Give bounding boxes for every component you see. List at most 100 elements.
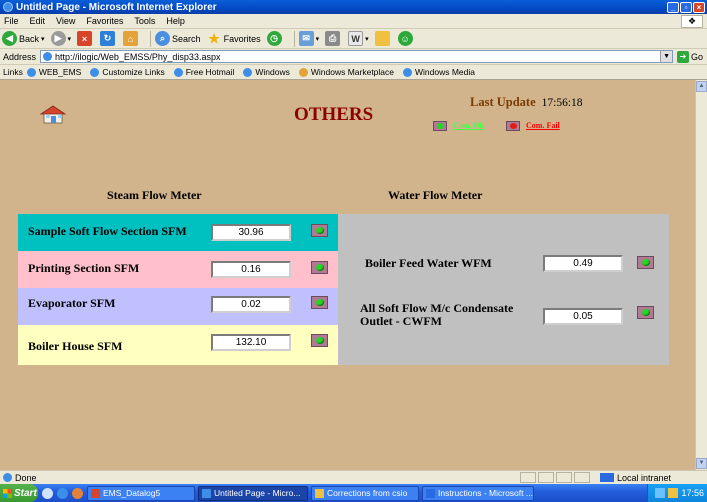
history-icon: ◷ — [266, 31, 282, 46]
stop-button[interactable]: × — [77, 31, 94, 46]
history-button[interactable]: ◷ — [266, 31, 284, 46]
menu-favorites[interactable]: Favorites — [86, 16, 123, 26]
toolbar-separator — [293, 30, 295, 47]
forward-button[interactable]: ▶ ▾ — [50, 31, 72, 46]
menu-tools[interactable]: Tools — [134, 16, 155, 26]
desktop-icon[interactable] — [42, 487, 53, 499]
links-label: Links — [3, 67, 23, 77]
menu-bar: File Edit View Favorites Tools Help ❖ — [0, 14, 707, 29]
water-flow-meter-title: Water Flow Meter — [388, 188, 483, 202]
close-button[interactable]: × — [693, 1, 705, 13]
status-cell — [574, 472, 590, 483]
media-player-icon[interactable] — [72, 487, 83, 499]
start-button[interactable]: Start — [0, 484, 38, 502]
refresh-icon: ↻ — [100, 31, 116, 46]
address-bar: Address http://ilogic/Web_EMSS/Phy_disp3… — [0, 49, 707, 65]
ie-icon[interactable] — [57, 487, 68, 499]
go-button[interactable]: ➔ Go — [677, 50, 703, 63]
task-ems-datalog[interactable]: EMS_Datalog5 — [87, 485, 195, 501]
steam-row-boiler-house: Boiler House SFM 132.10 — [18, 325, 338, 365]
chevron-down-icon[interactable]: ▼ — [660, 51, 673, 62]
menu-help[interactable]: Help — [166, 16, 185, 26]
links-bar: Links WEB_EMS Customize Links Free Hotma… — [0, 65, 707, 80]
mail-icon: ✉ — [298, 31, 314, 46]
status-bar: Done Local intranet — [0, 470, 707, 484]
status-text: Done — [15, 472, 37, 483]
row-label: Boiler Feed Water WFM — [365, 256, 492, 270]
menu-file[interactable]: File — [4, 16, 19, 26]
status-cells — [520, 472, 592, 483]
quick-launch — [42, 487, 87, 499]
home-button[interactable]: ⌂ — [123, 31, 140, 46]
last-update-label: Last Update — [470, 95, 536, 109]
status-led-icon — [311, 296, 328, 309]
chevron-down-icon: ▾ — [67, 35, 72, 43]
search-button[interactable]: ⌕ Search — [155, 31, 201, 46]
scroll-down-icon[interactable]: ▼ — [696, 458, 707, 469]
status-led-icon — [311, 261, 328, 274]
address-label: Address — [3, 51, 37, 62]
page-title: OTHERS — [294, 104, 374, 125]
status-led-icon — [311, 334, 328, 347]
link-windows-marketplace[interactable]: Windows Marketplace — [298, 67, 394, 77]
task-untitled-page[interactable]: Untitled Page - Micro... — [198, 485, 308, 501]
status-cell — [556, 472, 572, 483]
status-led-icon — [637, 306, 654, 319]
chevron-down-icon: ▾ — [41, 35, 45, 43]
page-icon — [26, 67, 36, 77]
link-windows[interactable]: Windows — [243, 67, 290, 77]
task-corrections[interactable]: Corrections from csio — [311, 485, 419, 501]
mail-button[interactable]: ✉ ▾ — [298, 31, 319, 46]
favorites-button[interactable]: ★ Favorites — [207, 31, 260, 46]
volume-icon[interactable] — [668, 488, 679, 498]
page-icon — [243, 67, 253, 77]
row-label: Sample Soft Flow Section SFM — [28, 224, 187, 238]
steam-row-sample-soft-flow: Sample Soft Flow Section SFM 30.96 — [18, 214, 338, 251]
last-update: Last Update 17:56:18 — [470, 95, 583, 110]
maximize-button[interactable]: ▫ — [680, 1, 692, 13]
folder-button[interactable] — [374, 31, 392, 46]
row-label: Boiler House SFM — [28, 339, 123, 353]
scroll-up-icon[interactable]: ▲ — [696, 81, 707, 92]
edit-button[interactable]: W ▾ — [348, 31, 369, 46]
task-instructions[interactable]: Instructions - Microsoft ... — [422, 485, 534, 501]
vertical-scrollbar[interactable]: ▲ ▼ — [695, 80, 707, 470]
minimize-button[interactable]: _ — [667, 1, 679, 13]
steam-row-printing-section: Printing Section SFM 0.16 — [18, 251, 338, 288]
com-fail-indicator-icon — [506, 121, 520, 131]
value-field[interactable]: 0.05 — [543, 308, 623, 325]
value-field[interactable]: 30.96 — [211, 224, 291, 241]
messenger-icon: ☺ — [397, 31, 413, 46]
address-url: http://ilogic/Web_EMSS/Phy_disp33.aspx — [55, 51, 221, 62]
home-icon[interactable] — [38, 104, 68, 124]
ie-icon — [3, 2, 13, 12]
com-ok-indicator-icon — [433, 121, 447, 131]
windows-logo-icon: ❖ — [681, 15, 703, 28]
value-field[interactable]: 0.02 — [211, 296, 291, 313]
link-free-hotmail[interactable]: Free Hotmail — [173, 67, 234, 77]
print-button[interactable]: ⎙ — [325, 31, 342, 46]
link-customize-links[interactable]: Customize Links — [90, 67, 165, 77]
link-windows-media[interactable]: Windows Media — [403, 67, 475, 77]
value-field[interactable]: 132.10 — [211, 334, 291, 351]
menu-view[interactable]: View — [56, 16, 75, 26]
chevron-down-icon: ▾ — [365, 35, 369, 43]
link-web-ems[interactable]: WEB_EMS — [26, 67, 81, 77]
address-input[interactable]: http://ilogic/Web_EMSS/Phy_disp33.aspx ▼ — [40, 50, 674, 63]
value-field[interactable]: 0.16 — [211, 261, 291, 278]
value-field[interactable]: 0.49 — [543, 255, 623, 272]
home-icon: ⌂ — [123, 31, 139, 46]
messenger-button[interactable]: ☺ — [397, 31, 415, 46]
back-button[interactable]: ◀ Back ▾ — [2, 31, 45, 46]
system-tray: 17:56 — [647, 484, 707, 502]
network-icon[interactable] — [655, 488, 666, 498]
edit-page-icon: W — [348, 31, 364, 46]
menu-edit[interactable]: Edit — [30, 16, 46, 26]
intranet-icon — [600, 473, 614, 482]
status-cell — [538, 472, 554, 483]
window-title: Untitled Page - Microsoft Internet Explo… — [16, 1, 217, 13]
status-led-icon — [637, 256, 654, 269]
page-icon — [403, 67, 412, 77]
go-arrow-icon: ➔ — [677, 50, 690, 63]
refresh-button[interactable]: ↻ — [100, 31, 117, 46]
